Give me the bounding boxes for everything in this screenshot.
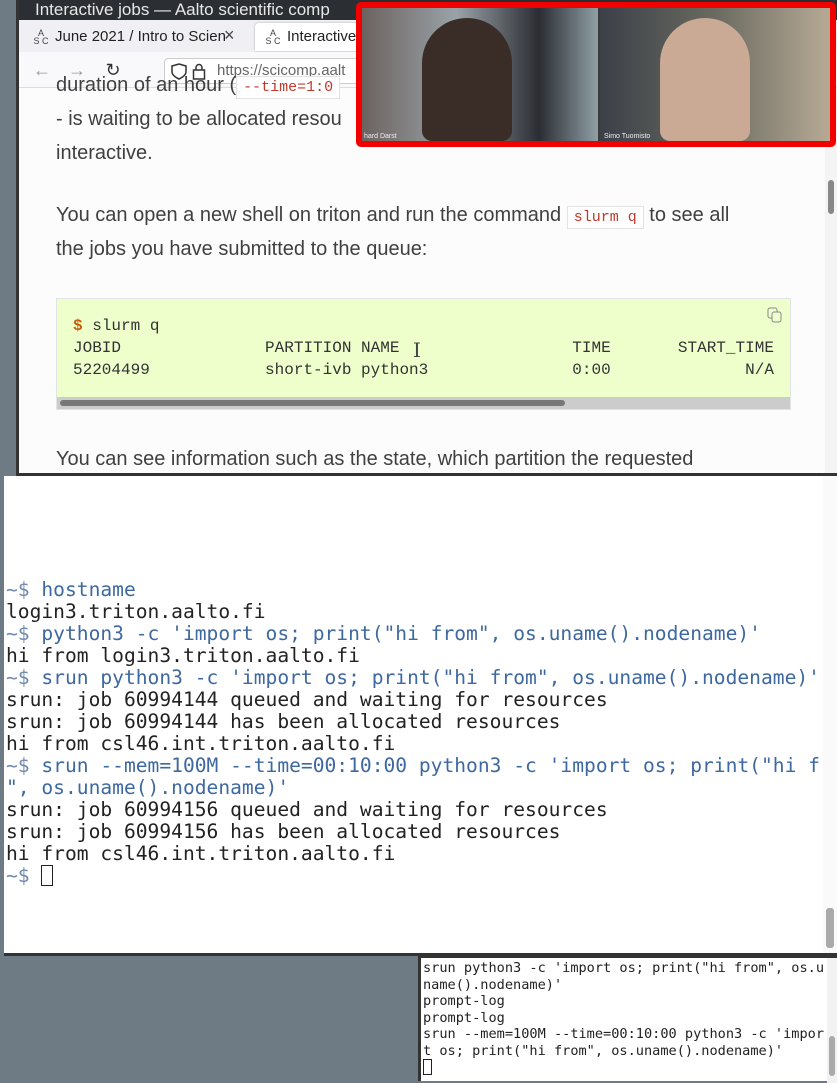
terminal-output: ~$ hostname login3.triton.aalto.fi ~$ pyth… <box>6 579 837 887</box>
terminal-command-line: ~$ srun python3 -c 'import os; print("hi… <box>6 667 837 689</box>
copy-icon[interactable] <box>767 307 783 323</box>
terminal-output-line: login3.triton.aalto.fi <box>6 600 266 623</box>
text: to see all <box>643 204 730 226</box>
cursor-icon <box>41 865 54 886</box>
terminal-output-line: srun: job 60994156 queued and waiting fo… <box>6 798 608 821</box>
code-block: $ slurm q JOBID PARTITION NAME TIME STAR… <box>56 298 791 410</box>
terminal-command-line: ~$ srun --mem=100M --time=00:10:00 pytho… <box>6 755 837 777</box>
tab-interactive-jobs[interactable]: AS C Interactive <box>255 23 365 51</box>
log-line: srun python3 -c 'import os; print("hi fr… <box>423 960 825 976</box>
scrollbar-thumb[interactable] <box>60 400 565 406</box>
terminal-output-line: srun: job 60994144 queued and waiting fo… <box>6 688 608 711</box>
participant-name: hard Darst <box>364 133 397 140</box>
video-participant: hard Darst <box>362 8 598 141</box>
command: srun python3 -c 'import os; print("hi fr… <box>41 666 820 689</box>
terminal-output-line: hi from csl46.int.triton.aalto.fi <box>6 732 396 755</box>
terminal-window[interactable]: ~$ hostname login3.triton.aalto.fi ~$ pyth… <box>4 476 837 956</box>
log-line: t os; print("hi from", os.uname().nodena… <box>423 1042 784 1059</box>
inline-code: --time=1:0 <box>236 76 341 99</box>
command: hostname <box>41 578 136 601</box>
partial-text: duration of an hour ( <box>56 74 237 96</box>
prompt: ~$ <box>6 578 42 601</box>
prompt: ~$ <box>6 864 42 887</box>
code-header-row: JOBID PARTITION NAME TIME START_TIME <box>73 339 774 357</box>
scrollbar-thumb[interactable] <box>828 180 834 214</box>
log-line: prompt-log <box>423 993 505 1009</box>
cursor-icon <box>423 1059 432 1075</box>
command: slurm q <box>82 317 160 335</box>
code-command: $ slurm q <box>73 315 159 337</box>
terminal-scrollbar[interactable] <box>823 476 837 953</box>
paragraph-line: You can see information such as the stat… <box>56 448 694 470</box>
scrollbar-thumb[interactable] <box>826 908 834 948</box>
tab-label: Interactive <box>287 28 357 45</box>
prompt: ~$ <box>6 622 42 645</box>
log-line: prompt-log <box>423 1009 505 1026</box>
code-data-row: 52204499 short-ivb python3 0:00 N/A <box>73 361 774 379</box>
terminal-prompt-line[interactable]: ~$ <box>6 865 837 887</box>
log-line: srun --mem=100M --time=00:10:00 python3 … <box>423 1026 825 1042</box>
scrollbar-thumb[interactable] <box>829 1036 835 1076</box>
command-log-output: srun python3 -c 'import os; print("hi fr… <box>423 960 824 1077</box>
command: ", os.uname().nodename)' <box>6 776 290 799</box>
terminal-output-line: srun: job 60994156 has been allocated re… <box>6 820 561 843</box>
person-silhouette <box>422 18 512 141</box>
prompt: ~$ <box>6 754 42 777</box>
video-call-overlay: hard Darst Simo Tuomisto <box>356 2 836 147</box>
prompt-symbol: $ <box>73 317 83 335</box>
participant-name: Simo Tuomisto <box>604 133 651 140</box>
inline-code: slurm q <box>566 206 644 229</box>
back-icon[interactable]: ← <box>31 60 53 81</box>
terminal-output-line: srun: job 60994144 has been allocated re… <box>6 710 561 733</box>
paragraph-line: the jobs you have submitted to the queue… <box>56 238 428 260</box>
text: You can open a new shell on triton and r… <box>56 204 567 226</box>
paragraph-slurm-q: You can open a new shell on triton and r… <box>56 198 816 235</box>
log-line: name().nodename)' <box>423 976 563 993</box>
command: srun --mem=100M --time=00:10:00 python3 … <box>41 754 837 777</box>
tab-label: June 2021 / Intro to Scien <box>55 28 226 45</box>
prompt: ~$ <box>6 666 42 689</box>
log-input-line[interactable] <box>423 1059 824 1077</box>
horizontal-scrollbar[interactable] <box>57 397 790 409</box>
text-cursor-icon: I <box>413 338 421 362</box>
tab-june-2021[interactable]: AS C June 2021 / Intro to Scien <box>23 23 245 51</box>
tab-close-icon[interactable]: × <box>224 25 235 46</box>
terminal-command-line: ~$ hostname <box>6 579 837 601</box>
asc-favicon-icon: AS C <box>265 28 281 46</box>
command: python3 -c 'import os; print("hi from", … <box>41 622 761 645</box>
terminal-output-line: hi from login3.triton.aalto.fi <box>6 644 360 667</box>
log-scrollbar[interactable] <box>827 958 837 1083</box>
terminal-command-line: ~$ python3 -c 'import os; print("hi from… <box>6 623 837 645</box>
command-log-window[interactable]: srun python3 -c 'import os; print("hi fr… <box>418 956 837 1083</box>
asc-favicon-icon: AS C <box>33 28 49 46</box>
video-participant: Simo Tuomisto <box>600 8 830 141</box>
terminal-output-line: hi from csl46.int.triton.aalto.fi <box>6 842 396 865</box>
person-silhouette <box>660 18 750 141</box>
terminal-command-line: ", os.uname().nodename)' <box>6 777 837 799</box>
